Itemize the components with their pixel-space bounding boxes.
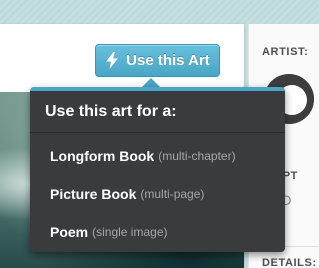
dropdown-arrow	[142, 78, 160, 87]
use-this-art-button-label: Use this Art	[126, 52, 210, 69]
menu-item-note: (single image)	[92, 225, 168, 239]
menu-item-note: (multi-page)	[140, 187, 205, 201]
dropdown-header: Use this art for a:	[30, 91, 285, 133]
menu-item-longform-book[interactable]: Longform Book (multi-chapter)	[30, 137, 285, 175]
use-art-dropdown-menu: Use this art for a: Longform Book (multi…	[30, 87, 285, 252]
lightning-bolt-icon	[105, 52, 119, 69]
page-background-pattern	[0, 0, 319, 24]
menu-item-label: Longform Book	[50, 148, 155, 164]
use-this-art-button[interactable]: Use this Art	[95, 44, 220, 77]
menu-item-picture-book[interactable]: Picture Book (multi-page)	[30, 175, 285, 213]
artist-label: ARTIST:	[262, 46, 309, 58]
details-label: DETAILS:	[262, 257, 317, 268]
menu-item-note: (multi-chapter)	[158, 149, 236, 163]
menu-item-label: Poem	[50, 224, 89, 240]
menu-item-label: Picture Book	[50, 186, 137, 202]
menu-item-poem[interactable]: Poem (single image)	[30, 213, 285, 251]
